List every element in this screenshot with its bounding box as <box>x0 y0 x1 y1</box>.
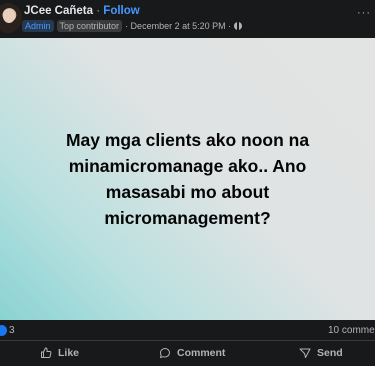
more-icon[interactable]: ··· <box>357 7 371 19</box>
separator: · <box>96 5 101 17</box>
post-meta: Admin Top contributor · December 2 at 5:… <box>22 20 243 32</box>
top-contributor-badge: Top contributor <box>56 20 123 32</box>
comment-button[interactable]: Comment <box>159 347 225 359</box>
post-header: JCee Cañeta · Follow Admin Top contribut… <box>0 0 375 38</box>
admin-badge: Admin <box>22 20 54 32</box>
post-actions: Like Comment Send <box>0 341 375 366</box>
send-icon <box>299 348 311 358</box>
like-label: Like <box>58 347 80 359</box>
post-timestamp[interactable]: · December 2 at 5:20 PM · <box>125 21 231 31</box>
avatar[interactable] <box>0 3 22 33</box>
follow-button[interactable]: Follow <box>103 5 139 17</box>
comment-label: Comment <box>177 347 226 359</box>
globe-icon <box>234 22 243 30</box>
post-stats: 3 10 commen <box>0 320 375 341</box>
author-name[interactable]: JCee Cañeta <box>24 5 93 17</box>
post-text: May mga clients ako noon na minamicroman… <box>65 130 310 228</box>
thumbs-up-icon <box>41 347 52 358</box>
post-background-card: May mga clients ako noon na minamicroman… <box>0 38 375 320</box>
like-reaction-icon[interactable] <box>0 325 7 336</box>
reaction-count[interactable]: 3 <box>9 325 15 336</box>
like-button[interactable]: Like <box>40 347 79 359</box>
comment-count[interactable]: 10 commen <box>328 325 375 336</box>
comment-icon <box>160 348 170 358</box>
send-label: Send <box>317 347 343 359</box>
author-row: JCee Cañeta · Follow <box>24 5 140 17</box>
send-button[interactable]: Send <box>299 347 343 359</box>
